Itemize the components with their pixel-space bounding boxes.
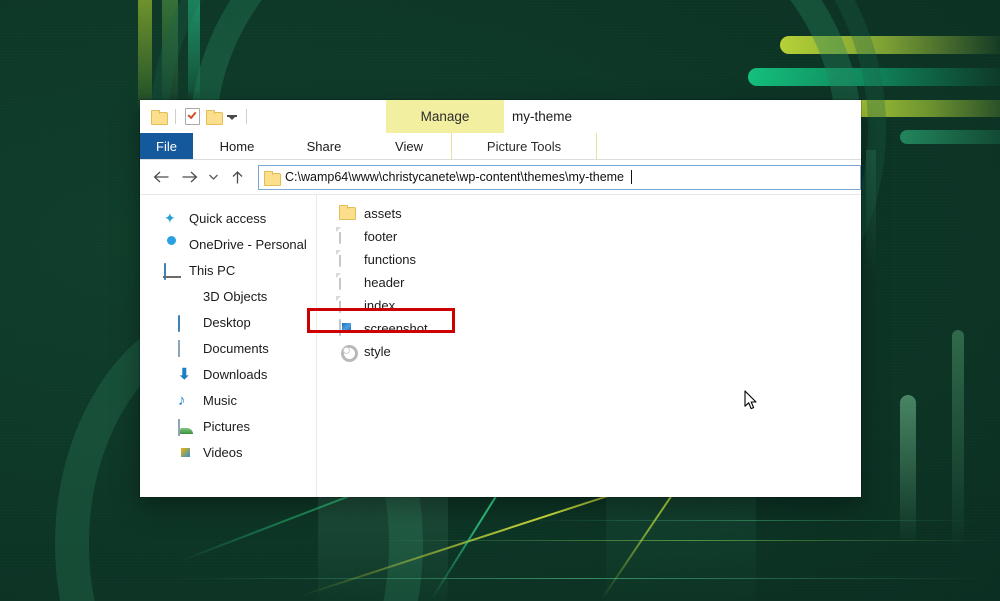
cloud-icon (164, 236, 181, 253)
desktop-icon (178, 314, 195, 332)
php-file-icon (339, 227, 355, 245)
address-bar-row[interactable]: C:\wamp64\www\christycanete\wp-content\t… (140, 160, 861, 195)
list-item-screenshot[interactable]: screenshot (317, 317, 861, 340)
file-explorer-window[interactable]: Manage my-theme File Home Share View Pic… (140, 100, 861, 497)
sidebar-item-label: Documents (203, 340, 269, 356)
php-file-icon (339, 273, 355, 291)
sidebar-item-label: Pictures (203, 418, 250, 434)
sidebar-item-videos[interactable]: Videos (140, 439, 316, 465)
php-file-icon (339, 296, 355, 314)
sidebar-item-label: Desktop (203, 314, 251, 330)
window-body: ✦ Quick access OneDrive - Personal This … (140, 195, 861, 497)
downloads-icon: ⬇ (178, 365, 191, 383)
sidebar-item-label: Music (203, 392, 237, 408)
text-cursor (631, 170, 633, 184)
new-folder-icon[interactable] (151, 110, 168, 125)
up-button[interactable] (224, 165, 250, 189)
file-list[interactable]: assets footer functions header index scr… (307, 195, 861, 497)
title-bar: Manage my-theme (140, 100, 861, 133)
tab-home-label: Home (219, 138, 255, 154)
contextual-tab-label: Manage (420, 109, 470, 124)
tab-share-label: Share (306, 138, 342, 154)
folder-icon[interactable] (206, 110, 223, 125)
file-name: header (364, 275, 405, 290)
file-name: functions (364, 252, 417, 267)
documents-icon (178, 339, 195, 357)
list-item[interactable]: assets (317, 202, 861, 225)
sidebar-item-label: Videos (203, 444, 243, 460)
file-name: index (364, 298, 396, 313)
sidebar-item-pictures[interactable]: Pictures (140, 413, 316, 439)
folder-icon (339, 205, 356, 222)
file-name: style (364, 344, 391, 359)
contextual-tab-manage[interactable]: Manage (386, 100, 504, 133)
css-file-icon (339, 343, 355, 360)
sidebar-item-quick-access[interactable]: ✦ Quick access (140, 205, 316, 231)
file-name: footer (364, 229, 398, 244)
sidebar-item-downloads[interactable]: ⬇ Downloads (140, 361, 316, 387)
list-item[interactable]: style (317, 340, 861, 363)
pictures-icon (178, 418, 195, 436)
file-name: assets (364, 206, 402, 221)
tab-file-label: File (156, 138, 177, 154)
address-path-text: C:\wamp64\www\christycanete\wp-content\t… (285, 170, 625, 184)
file-name: screenshot (364, 321, 428, 336)
properties-icon[interactable] (185, 108, 200, 125)
quick-access-toolbar[interactable] (151, 108, 250, 125)
sidebar-item-label: 3D Objects (203, 288, 268, 304)
sidebar-item-music[interactable]: ♪ Music (140, 387, 316, 413)
videos-icon (178, 444, 195, 461)
customize-quick-access-toolbar-icon[interactable] (227, 115, 237, 120)
list-item[interactable]: footer (317, 225, 861, 248)
list-item[interactable]: index (317, 294, 861, 317)
tab-view[interactable]: View (367, 133, 451, 159)
list-item[interactable]: header (317, 271, 861, 294)
star-icon: ✦ (164, 209, 176, 226)
address-input[interactable]: C:\wamp64\www\christycanete\wp-content\t… (258, 164, 861, 190)
tab-file[interactable]: File (140, 133, 193, 159)
music-icon: ♪ (178, 391, 186, 409)
sidebar-item-label: Quick access (189, 210, 267, 226)
navigation-pane[interactable]: ✦ Quick access OneDrive - Personal This … (140, 195, 317, 497)
tab-view-label: View (395, 138, 423, 154)
sidebar-item-this-pc[interactable]: This PC (140, 257, 316, 283)
sidebar-item-3d-objects[interactable]: 3D Objects (140, 283, 316, 309)
address-folder-icon (264, 170, 281, 186)
sidebar-item-documents[interactable]: Documents (140, 335, 316, 361)
sidebar-item-label: This PC (189, 262, 236, 278)
sidebar-item-onedrive[interactable]: OneDrive - Personal (140, 231, 316, 257)
forward-button[interactable] (176, 165, 202, 189)
list-item[interactable]: functions (317, 248, 861, 271)
computer-icon (164, 262, 181, 280)
arrow-pointer-icon (744, 390, 760, 412)
recent-locations-button[interactable] (204, 165, 222, 189)
3d-objects-icon (178, 288, 195, 305)
ribbon-tab-strip[interactable]: File Home Share View Picture Tools (140, 133, 861, 160)
tab-picture-tools[interactable]: Picture Tools (451, 133, 597, 159)
php-file-icon (339, 250, 355, 268)
window-title: my-theme (512, 100, 572, 133)
qat-divider (246, 109, 247, 124)
back-button[interactable] (148, 165, 174, 189)
sidebar-item-desktop[interactable]: Desktop (140, 309, 316, 335)
tab-home[interactable]: Home (193, 133, 281, 159)
window-title-label: my-theme (512, 109, 573, 124)
tab-share[interactable]: Share (281, 133, 367, 159)
image-file-icon (339, 319, 355, 337)
tab-picture-tools-label: Picture Tools (486, 138, 562, 154)
qat-divider (175, 109, 176, 124)
sidebar-item-label: Downloads (203, 366, 268, 382)
sidebar-item-label: OneDrive - Personal (189, 236, 307, 252)
